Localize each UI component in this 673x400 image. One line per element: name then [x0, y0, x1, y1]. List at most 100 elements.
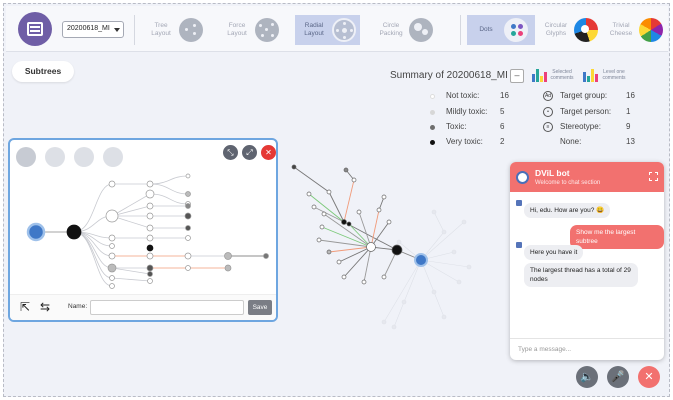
tab-circle-packing-label: Circle Packing — [379, 22, 403, 37]
mildly-toxic-label: Mildly toxic: — [446, 107, 488, 116]
close-chat-button[interactable]: ✕ — [638, 366, 660, 388]
node — [185, 235, 191, 241]
panel-circle-packing-icon[interactable] — [103, 147, 123, 167]
collapse-icon[interactable]: ⤡ — [223, 145, 238, 160]
radial-graph[interactable] — [284, 152, 509, 347]
node — [146, 244, 154, 252]
not-toxic-dot-icon — [430, 94, 435, 99]
node — [184, 212, 192, 220]
subtree-name-input[interactable] — [90, 300, 244, 315]
tab-force-layout-label: Force Layout — [227, 22, 247, 37]
node — [147, 278, 153, 284]
none-value: 13 — [626, 137, 635, 146]
mildly-toxic-value: 5 — [500, 107, 505, 116]
tab-radial-layout[interactable]: Radial Layout — [295, 15, 360, 45]
speaker-button[interactable]: 🔈 — [576, 366, 598, 388]
microphone-icon: 🎤 — [611, 371, 625, 383]
node — [109, 283, 115, 289]
level-one-comments-chart-icon[interactable] — [583, 68, 598, 82]
node — [66, 224, 82, 240]
not-toxic-value: 16 — [500, 91, 509, 100]
bot-icon — [516, 200, 522, 206]
tree-layout-icon — [179, 18, 203, 42]
tab-tree-layout[interactable]: Tree Layout — [142, 15, 207, 45]
app-logo-icon — [27, 22, 43, 36]
toxic-label: Toxic: — [446, 122, 467, 131]
target-person-label: Target person: — [560, 107, 612, 116]
node — [381, 274, 387, 280]
chat-message-user: Show me the largest subtree — [570, 225, 664, 249]
node — [343, 167, 349, 173]
chat-message-bot: Here you have it — [524, 245, 584, 260]
target-group-icon: Ad — [543, 91, 553, 101]
swap-icon[interactable]: ⇆ — [40, 300, 50, 314]
tab-trivial-cheese[interactable]: Trivial Cheese — [602, 15, 667, 45]
subtree-tree-graph[interactable] — [10, 166, 276, 292]
stereotype-value: 9 — [626, 122, 631, 131]
node — [146, 224, 154, 232]
node — [146, 202, 154, 210]
tab-circular-glyphs[interactable]: Circular Glyphs — [537, 15, 602, 45]
divider — [460, 15, 461, 45]
toxic-dot-icon — [430, 125, 435, 130]
radial-layout-icon — [332, 18, 356, 42]
expand-icon[interactable]: ⤢ — [242, 145, 257, 160]
subtrees-button[interactable]: Subtrees — [12, 61, 74, 82]
tab-dots-glyph[interactable]: Dots — [467, 15, 535, 45]
tab-force-layout[interactable]: Force Layout — [218, 15, 283, 45]
fullscreen-icon[interactable] — [649, 172, 658, 181]
selected-comments-chart-icon[interactable] — [532, 68, 547, 82]
chat-subtitle: Welcome to chat section — [535, 180, 601, 186]
stereotype-icon: ≡ — [543, 122, 553, 132]
node — [185, 265, 191, 271]
dataset-select-value: 20200618_MI — [67, 25, 110, 32]
chat-message-bot: The largest thread has a total of 29 nod… — [524, 263, 638, 287]
node — [185, 191, 191, 197]
close-icon[interactable]: ✕ — [261, 145, 276, 160]
tab-trivial-cheese-label: Trivial Cheese — [609, 22, 633, 37]
node — [185, 173, 191, 179]
panel-radial-layout-icon[interactable] — [74, 147, 94, 167]
panel-force-layout-icon[interactable] — [45, 147, 65, 167]
node — [346, 221, 352, 227]
panel-tree-layout-icon[interactable] — [16, 147, 36, 167]
target-person-icon: • — [543, 107, 553, 117]
tab-circle-packing[interactable]: Circle Packing — [372, 15, 437, 45]
node — [351, 177, 357, 183]
background-faded-tree — [381, 209, 472, 330]
summary-title: Summary of 20200618_MI — [390, 70, 508, 81]
node — [224, 264, 232, 272]
dataset-select[interactable]: 20200618_MI — [62, 21, 124, 38]
close-icon: ✕ — [644, 371, 654, 383]
very-toxic-value: 2 — [500, 137, 505, 146]
toolbar: 20200618_MI Tree Layout Force Layout Rad… — [6, 6, 668, 52]
subtree-panel: ⤡ ⤢ ✕ ⇱ ⇆ Name: Save — [8, 138, 278, 322]
chat-message-input[interactable]: Type a message... — [510, 338, 664, 360]
node — [108, 180, 116, 188]
node — [147, 271, 153, 277]
summary-collapse-button[interactable]: – — [510, 69, 524, 83]
node — [316, 237, 322, 243]
target-group-label: Target group: — [560, 91, 608, 100]
node — [107, 263, 117, 273]
microphone-button[interactable]: 🎤 — [607, 366, 629, 388]
chat-title: DViL bot — [535, 168, 570, 178]
node — [108, 252, 116, 260]
node — [146, 234, 154, 242]
node — [361, 279, 367, 285]
circular-glyphs-icon — [574, 18, 598, 42]
dots-glyph-icon — [504, 18, 528, 42]
subtree-nodes — [26, 173, 269, 289]
chat-window: DViL bot Welcome to chat section Hi, edu… — [510, 162, 664, 360]
app-frame: 20200618_MI Tree Layout Force Layout Rad… — [3, 3, 670, 397]
chat-header: DViL bot Welcome to chat section — [510, 162, 664, 192]
export-icon[interactable]: ⇱ — [20, 300, 30, 314]
app-logo[interactable] — [18, 12, 52, 46]
name-label: Name: — [68, 303, 88, 310]
chevron-down-icon — [114, 28, 120, 32]
radial-edges — [293, 166, 422, 283]
force-layout-icon — [255, 18, 279, 42]
save-button[interactable]: Save — [248, 300, 272, 315]
node — [263, 253, 269, 259]
node — [146, 180, 154, 188]
